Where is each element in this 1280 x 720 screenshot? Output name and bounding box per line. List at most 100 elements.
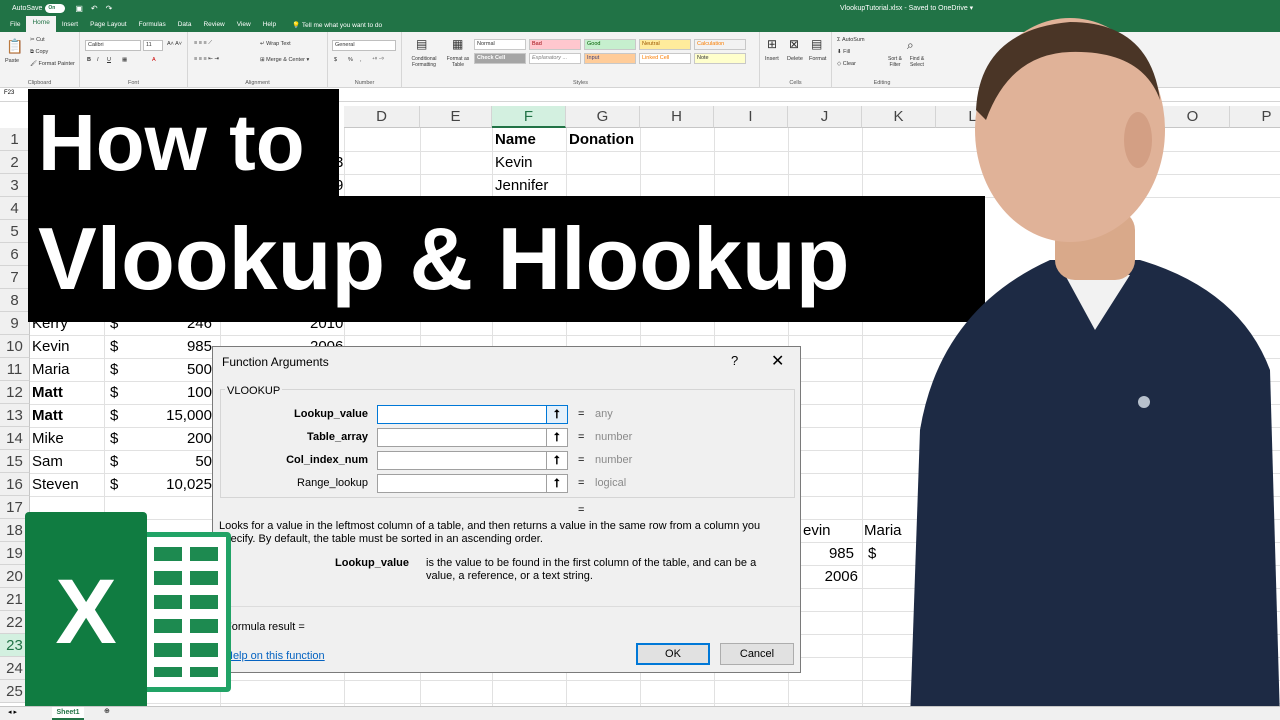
sheet-tab-sheet1[interactable]: Sheet1 (52, 707, 84, 720)
help-on-function-link[interactable]: Help on this function (225, 650, 325, 662)
wrap-text-button[interactable]: ↵ Wrap Text (260, 41, 291, 47)
ok-button[interactable]: OK (636, 643, 710, 665)
collapse-dialog-icon[interactable]: ⭡ (546, 451, 568, 470)
undo-icon[interactable]: ↶ (91, 4, 98, 13)
row-header-14[interactable]: 14 (0, 427, 30, 450)
autosave-toggle[interactable]: On (45, 3, 66, 13)
col-index-num-input[interactable] (377, 451, 567, 470)
row-header-10[interactable]: 10 (0, 335, 30, 358)
delete-cells-button[interactable]: Delete (787, 56, 803, 62)
grow-font-icon[interactable]: A˄ A˅ (167, 41, 182, 47)
range-lookup-input[interactable] (377, 474, 567, 493)
format-as-table-icon[interactable]: ▦ (452, 37, 463, 51)
row-header-2[interactable]: 2 (0, 151, 30, 174)
paste-icon[interactable]: 📋 (6, 38, 23, 55)
tab-home[interactable]: Home (26, 16, 56, 32)
help-icon[interactable]: ? (731, 353, 738, 368)
row-header-6[interactable]: 6 (0, 243, 30, 266)
cell-a14[interactable]: Mike (32, 427, 64, 450)
cut-button[interactable]: ✂ Cut (30, 37, 45, 43)
column-header-j[interactable]: J (788, 106, 862, 128)
comma-button[interactable]: , (360, 57, 362, 63)
cell-a10[interactable]: Kevin (32, 335, 70, 358)
autosave[interactable]: AutoSave On (12, 3, 66, 13)
delete-cells-icon[interactable]: ⊠ (789, 37, 799, 51)
close-icon[interactable]: ✕ (771, 351, 784, 371)
style-note[interactable]: Note (694, 53, 746, 64)
cell-b15[interactable]: $ (110, 450, 118, 473)
style-check-cell[interactable]: Check Cell (474, 53, 526, 64)
font-family-select[interactable]: Calibri (85, 40, 141, 51)
collapse-dialog-icon[interactable]: ⭡ (546, 428, 568, 447)
tab-formulas[interactable]: Formulas (133, 18, 172, 32)
row-header-15[interactable]: 15 (0, 450, 30, 473)
tab-review[interactable]: Review (197, 18, 230, 32)
tab-help[interactable]: Help (257, 18, 282, 32)
sheet-nav-icon[interactable]: ◂ ▸ (8, 708, 17, 716)
cell-b11[interactable]: $ (110, 358, 118, 381)
cell-a12[interactable]: Matt (32, 381, 63, 404)
italic-button[interactable]: I (97, 57, 99, 63)
tab-insert[interactable]: Insert (56, 18, 84, 32)
number-format-select[interactable]: General (332, 40, 396, 51)
style-input[interactable]: Input (584, 53, 636, 64)
style-bad[interactable]: Bad (529, 39, 581, 50)
row-header-13[interactable]: 13 (0, 404, 30, 427)
cell-f1[interactable]: Name (495, 128, 536, 151)
column-header-f[interactable]: F (492, 106, 566, 128)
bold-button[interactable]: B (87, 57, 91, 63)
percent-button[interactable]: % (348, 57, 353, 63)
column-header-i[interactable]: I (714, 106, 788, 128)
format-cells-icon[interactable]: ▤ (811, 37, 822, 51)
font-size-select[interactable]: 11 (143, 40, 163, 51)
cell-c11[interactable]: 500 (130, 358, 212, 381)
row-header-9[interactable]: 9 (0, 312, 30, 335)
cell-f3[interactable]: Jennifer (495, 174, 548, 197)
cell-c12[interactable]: 100 (130, 381, 212, 404)
row-header-1[interactable]: 1 (0, 128, 30, 151)
cell-a16[interactable]: Steven (32, 473, 79, 496)
fill-button[interactable]: ⬇ Fill (837, 49, 850, 55)
align-top-icon[interactable]: ≡ ≡ ≡ ⟋ (194, 40, 212, 47)
cell-a11[interactable]: Maria (32, 358, 70, 381)
column-header-e[interactable]: E (420, 106, 492, 128)
style-good[interactable]: Good (584, 39, 636, 50)
cell-c14[interactable]: 200 (130, 427, 212, 450)
row-header-4[interactable]: 4 (0, 197, 30, 220)
clear-button[interactable]: ◇ Clear (837, 61, 856, 67)
currency-button[interactable]: $ (334, 57, 337, 63)
collapse-dialog-icon[interactable]: ⭡ (546, 474, 568, 493)
style-calculation[interactable]: Calculation (694, 39, 746, 50)
row-header-16[interactable]: 16 (0, 473, 30, 496)
table-array-input[interactable] (377, 428, 567, 447)
underline-button[interactable]: U (107, 57, 111, 63)
name-box[interactable]: F23 (4, 90, 14, 96)
conditional-formatting-icon[interactable]: ▤ (416, 37, 427, 51)
copy-button[interactable]: ⧉ Copy (30, 49, 48, 56)
row-header-5[interactable]: 5 (0, 220, 30, 243)
lookup-value-input[interactable] (377, 405, 567, 424)
cell-c15[interactable]: 50 (130, 450, 212, 473)
cancel-button[interactable]: Cancel (720, 643, 794, 665)
tab-data[interactable]: Data (172, 18, 198, 32)
column-header-h[interactable]: H (640, 106, 714, 128)
cell-a13[interactable]: Matt (32, 404, 63, 427)
cell-b14[interactable]: $ (110, 427, 118, 450)
borders-icon[interactable]: ▦ (122, 57, 127, 63)
cell-b10[interactable]: $ (110, 335, 118, 358)
style-neutral[interactable]: Neutral (639, 39, 691, 50)
cell-b12[interactable]: $ (110, 381, 118, 404)
conditional-formatting-button[interactable]: Conditional Formatting (405, 56, 443, 68)
cell-k19[interactable]: $ (868, 542, 876, 565)
cell-j18[interactable]: evin (803, 519, 831, 542)
style-linked-cell[interactable]: Linked Cell (639, 53, 691, 64)
paste-button[interactable]: Paste (5, 58, 19, 64)
row-header-3[interactable]: 3 (0, 174, 30, 197)
style-explanatory[interactable]: Explanatory ... (529, 53, 581, 64)
align-left-icon[interactable]: ≡ ≡ ≡ ⇤ ⇥ (194, 56, 219, 62)
cell-a15[interactable]: Sam (32, 450, 63, 473)
tab-page-layout[interactable]: Page Layout (84, 18, 133, 32)
insert-cells-icon[interactable]: ⊞ (767, 37, 777, 51)
font-color-icon[interactable]: A (152, 57, 156, 63)
cell-b13[interactable]: $ (110, 404, 118, 427)
